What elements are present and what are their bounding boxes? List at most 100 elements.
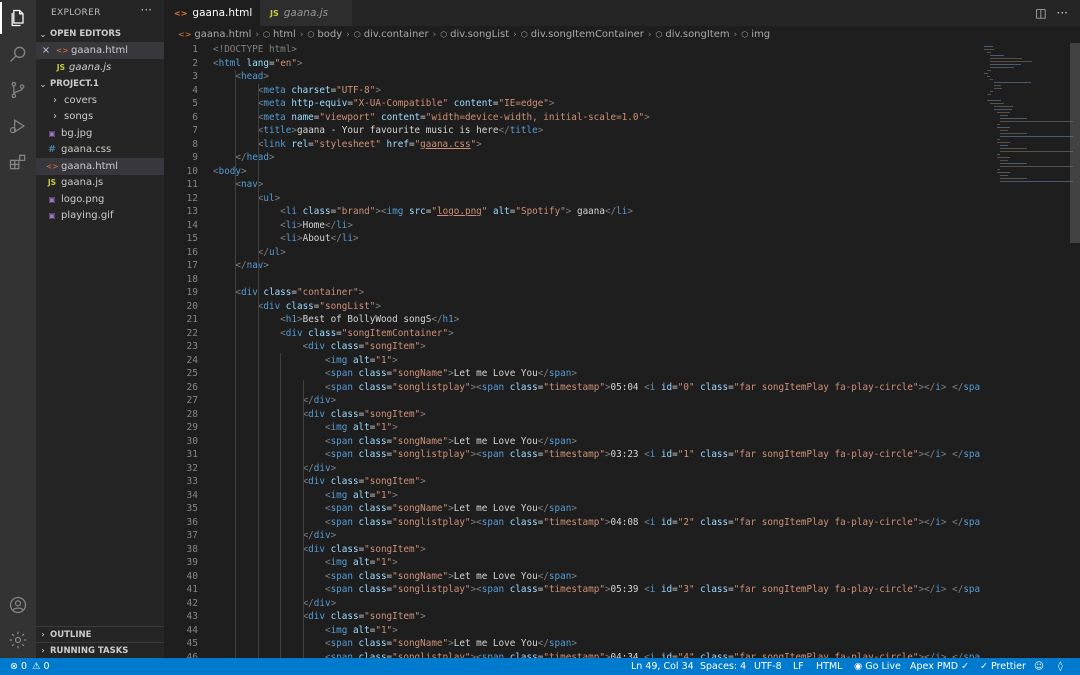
code-line[interactable]: </nav>: [213, 259, 981, 273]
file-item-bg-jpg[interactable]: ▣ bg.jpg: [36, 125, 164, 142]
code-line[interactable]: [213, 273, 981, 287]
code-line[interactable]: <head>: [213, 70, 981, 84]
code-line[interactable]: <div class="songList">: [213, 300, 981, 314]
breadcrumb-item[interactable]: body: [317, 29, 342, 40]
code-line[interactable]: <span class="songName">Let me Love You</…: [213, 367, 981, 381]
code-line[interactable]: </ul>: [213, 246, 981, 260]
code-line[interactable]: <img alt="1">: [213, 556, 981, 570]
code-line[interactable]: <li>About</li>: [213, 232, 981, 246]
code-line[interactable]: <span class="songlistplay"><span class="…: [213, 516, 981, 530]
code-line[interactable]: <img alt="1">: [213, 624, 981, 638]
theme-status[interactable]: Apex PMD ✓: [910, 658, 969, 675]
breadcrumb-item[interactable]: div.songItemContainer: [531, 29, 644, 40]
code-line[interactable]: <div class="songItem">: [213, 610, 981, 624]
code-line[interactable]: <h1>Best of BollyWood songS</h1>: [213, 313, 981, 327]
breadcrumb-item[interactable]: html: [273, 29, 296, 40]
file-item-logo-png[interactable]: ▣ logo.png: [36, 191, 164, 208]
go-live-button[interactable]: ◉ Go Live: [854, 658, 901, 675]
code-line[interactable]: <ul>: [213, 192, 981, 206]
code-line[interactable]: <div class="songItem">: [213, 543, 981, 557]
tab-gaana-js[interactable]: JS gaana.js: [260, 0, 352, 26]
settings-gear-icon[interactable]: [0, 622, 36, 658]
feedback-icon[interactable]: ☺: [1034, 658, 1044, 675]
code-line[interactable]: <link rel="stylesheet" href="gaana.css">: [213, 138, 981, 152]
open-editors-section[interactable]: ⌄ OPEN EDITORS: [36, 26, 164, 42]
code-line[interactable]: <span class="songlistplay"><span class="…: [213, 651, 981, 659]
code-line[interactable]: <img alt="1">: [213, 421, 981, 435]
code-line[interactable]: <span class="songName">Let me Love You</…: [213, 637, 981, 651]
code-lines[interactable]: <!DOCTYPE html> <html lang="en"> <head> <…: [213, 43, 981, 658]
breadcrumb-item[interactable]: div.songList: [450, 29, 509, 40]
code-line[interactable]: <nav>: [213, 178, 981, 192]
code-line[interactable]: <span class="songName">Let me Love You</…: [213, 570, 981, 584]
code-line[interactable]: <span class="songlistplay"><span class="…: [213, 448, 981, 462]
code-line[interactable]: <div class="songItem">: [213, 340, 981, 354]
breadcrumb-item[interactable]: img: [751, 29, 770, 40]
account-icon[interactable]: [0, 587, 36, 623]
indentation-setting[interactable]: Spaces: 4: [700, 658, 746, 675]
code-line[interactable]: <div class="songItem">: [213, 475, 981, 489]
code-line[interactable]: <meta charset="UTF-8">: [213, 84, 981, 98]
code-line[interactable]: <span class="songlistplay"><span class="…: [213, 583, 981, 597]
code-line[interactable]: <div class="container">: [213, 286, 981, 300]
code-line[interactable]: <img alt="1">: [213, 489, 981, 503]
code-line[interactable]: <span class="songlistplay"><span class="…: [213, 381, 981, 395]
code-line[interactable]: <html lang="en">: [213, 57, 981, 71]
code-line[interactable]: <li>Home</li>: [213, 219, 981, 233]
code-line[interactable]: <!DOCTYPE html>: [213, 43, 981, 57]
code-line[interactable]: <div class="songItemContainer">: [213, 327, 981, 341]
running-tasks-section[interactable]: › RUNNING TASKS: [36, 642, 164, 658]
cursor-position[interactable]: Ln 49, Col 34: [631, 658, 694, 675]
code-line[interactable]: </div>: [213, 462, 981, 476]
code-line[interactable]: <body>: [213, 165, 981, 179]
project-section[interactable]: ⌄ PROJECT.1: [36, 76, 164, 92]
breadcrumb-item[interactable]: div.container: [364, 29, 429, 40]
code-line[interactable]: <span class="songName">Let me Love You</…: [213, 502, 981, 516]
folder-item-covers[interactable]: › covers: [36, 92, 164, 109]
eol-setting[interactable]: LF: [793, 658, 804, 675]
file-item-gaana-js[interactable]: JS gaana.js: [36, 175, 164, 192]
run-debug-icon[interactable]: [0, 108, 36, 144]
scrollbar-thumb[interactable]: [1070, 43, 1080, 243]
code-line[interactable]: </div>: [213, 394, 981, 408]
tab-gaana-html[interactable]: <> gaana.html ×: [164, 0, 269, 26]
code-line[interactable]: </div>: [213, 529, 981, 543]
code-token: "stylesheet": [313, 138, 381, 150]
code-line[interactable]: <img alt="1">: [213, 354, 981, 368]
extensions-icon[interactable]: [0, 144, 36, 180]
vertical-scrollbar[interactable]: [1070, 43, 1080, 658]
code-editor[interactable]: 1 2 3 4 5 6 7 8 9 10 11 12 13 14 15 16 17 18 19 20 21 22 23 24 2…: [164, 43, 1080, 658]
code-line[interactable]: <meta http-equiv="X-UA-Compatible" conte…: [213, 97, 981, 111]
code-line[interactable]: </div>: [213, 597, 981, 611]
file-label: gaana.html: [61, 160, 119, 172]
minimap[interactable]: [980, 43, 1074, 658]
breadcrumb-item[interactable]: div.songItem: [665, 29, 729, 40]
split-editor-icon[interactable]: ◫: [1035, 6, 1046, 20]
code-line[interactable]: <span class="songName">Let me Love You</…: [213, 435, 981, 449]
more-actions-icon[interactable]: ···: [141, 3, 152, 17]
close-icon[interactable]: ×: [36, 45, 56, 56]
folder-item-songs[interactable]: › songs: [36, 109, 164, 126]
encoding-setting[interactable]: UTF-8: [754, 658, 782, 675]
code-line[interactable]: </head>: [213, 151, 981, 165]
code-token: nav: [241, 179, 258, 190]
files-icon[interactable]: [0, 0, 36, 36]
problems-indicator[interactable]: ⊗ 0 ⚠ 0: [10, 658, 50, 675]
outline-section[interactable]: › OUTLINE: [36, 626, 164, 642]
open-editor-item[interactable]: × <> gaana.html: [36, 42, 164, 59]
code-line[interactable]: <div class="songItem">: [213, 408, 981, 422]
code-line[interactable]: <title>gaana - Your favourite music is h…: [213, 124, 981, 138]
breadcrumb-item[interactable]: gaana.html: [194, 29, 251, 40]
file-item-gaana-html[interactable]: <> gaana.html: [36, 158, 164, 175]
more-actions-icon[interactable]: ···: [1057, 6, 1068, 20]
code-line[interactable]: <meta name="viewport" content="width=dev…: [213, 111, 981, 125]
code-line[interactable]: <li class="brand"><img src="logo.png" al…: [213, 205, 981, 219]
search-icon[interactable]: [0, 36, 36, 72]
file-item-gaana-css[interactable]: # gaana.css: [36, 142, 164, 159]
source-control-icon[interactable]: [0, 72, 36, 108]
file-item-playing-gif[interactable]: ▣ playing.gif: [36, 208, 164, 225]
prettier-status[interactable]: ✓ Prettier: [980, 658, 1026, 675]
open-editor-item[interactable]: JS gaana.js: [36, 59, 164, 76]
bell-icon[interactable]: ◊: [1058, 658, 1063, 675]
language-mode[interactable]: HTML: [816, 658, 842, 675]
